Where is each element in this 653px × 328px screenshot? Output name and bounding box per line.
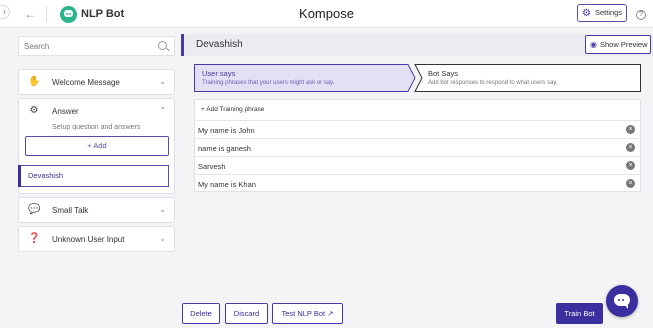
add-answer-button[interactable]: + Add	[25, 136, 169, 156]
gear-icon: ⚙	[582, 8, 591, 19]
phrase-text[interactable]: My name is Khan	[198, 180, 256, 189]
remove-circle-icon[interactable]: ×	[626, 179, 635, 188]
show-preview-button[interactable]: ◉ Show Preview	[585, 35, 651, 54]
phrase-text[interactable]: Sarvesh	[198, 162, 226, 171]
search-placeholder: Search	[24, 42, 50, 51]
tab-bot-says[interactable]: Bot Says Add bot responses to respond to…	[414, 64, 641, 92]
hand-wave-icon: ✋	[28, 76, 41, 87]
unknown-user-input-card[interactable]: ❓ Unknown User Input ⌄	[18, 226, 175, 252]
tab-user-says-description: Training phrases that your users might a…	[202, 80, 335, 86]
chat-widget-button[interactable]	[606, 285, 638, 317]
show-preview-label: Show Preview	[600, 40, 648, 49]
remove-circle-icon[interactable]: ×	[626, 161, 635, 170]
chevron-down-icon[interactable]: ⌄	[159, 234, 166, 243]
app-title: Kompose	[299, 6, 354, 21]
small-talk-card[interactable]: 💬 Small Talk ⌄	[18, 197, 175, 223]
page-header: Devashish	[181, 34, 653, 56]
training-phrases-panel: + Add Training phrase My name is John × …	[194, 99, 641, 192]
tab-user-says[interactable]: User says Training phrases that your use…	[194, 64, 416, 92]
tab-user-says-title: User says	[202, 69, 236, 78]
discard-button[interactable]: Discard	[225, 303, 268, 324]
phrase-row[interactable]: name is ganesh ×	[195, 138, 640, 156]
small-talk-label: Small Talk	[52, 206, 89, 215]
eye-icon: ◉	[590, 40, 597, 49]
unknown-user-input-label: Unknown User Input	[52, 235, 125, 244]
answer-card-header[interactable]: ⚙ Answer ⌃	[19, 99, 174, 123]
tab-bot-says-description: Add bot responses to respond to what use…	[428, 80, 558, 86]
welcome-message-card[interactable]: ✋ Welcome Message ⌄	[18, 69, 175, 95]
answer-label: Answer	[52, 107, 79, 116]
delete-button[interactable]: Delete	[182, 303, 220, 324]
phrase-text[interactable]: name is ganesh	[198, 144, 251, 153]
chat-bubble-icon	[614, 294, 630, 309]
phrase-row[interactable]: My name is John ×	[195, 120, 640, 138]
chevron-down-icon[interactable]: ⌄	[159, 205, 166, 214]
tab-bot-says-title: Bot Says	[428, 69, 459, 78]
chevron-down-icon[interactable]: ⌄	[159, 77, 166, 86]
add-training-phrase-button[interactable]: + Add Training phrase	[201, 106, 264, 113]
phrase-row[interactable]: My name is Khan ×	[195, 174, 640, 192]
test-nlp-bot-button[interactable]: Test NLP Bot ↗	[272, 303, 343, 324]
phrase-text[interactable]: My name is John	[198, 126, 255, 135]
top-bar: › ← NLP Bot Kompose ⚙ Settings ?	[0, 0, 653, 28]
search-icon[interactable]	[158, 41, 167, 50]
settings-button[interactable]: ⚙ Settings	[577, 4, 627, 22]
answer-subtitle: Setup question and answers	[52, 124, 141, 131]
remove-circle-icon[interactable]: ×	[626, 125, 635, 134]
train-bot-button[interactable]: Train Bot	[556, 303, 603, 324]
page-title: Devashish	[196, 39, 243, 50]
search-input[interactable]: Search	[18, 36, 175, 56]
settings-label: Settings	[595, 8, 623, 17]
step-tabs: User says Training phrases that your use…	[194, 64, 641, 92]
welcome-message-label: Welcome Message	[52, 78, 120, 87]
chat-bubble-icon: 💬	[28, 204, 41, 215]
remove-circle-icon[interactable]: ×	[626, 143, 635, 152]
phrase-row[interactable]: Sarvesh ×	[195, 156, 640, 174]
help-icon[interactable]: ?	[636, 10, 646, 20]
typing-dots-icon	[618, 299, 620, 301]
sidebar-item-devashish[interactable]: Devashish	[18, 165, 169, 187]
gear-question-icon: ⚙	[29, 105, 39, 116]
chevron-up-icon[interactable]: ⌃	[159, 106, 166, 115]
question-box-icon: ❓	[28, 233, 41, 244]
